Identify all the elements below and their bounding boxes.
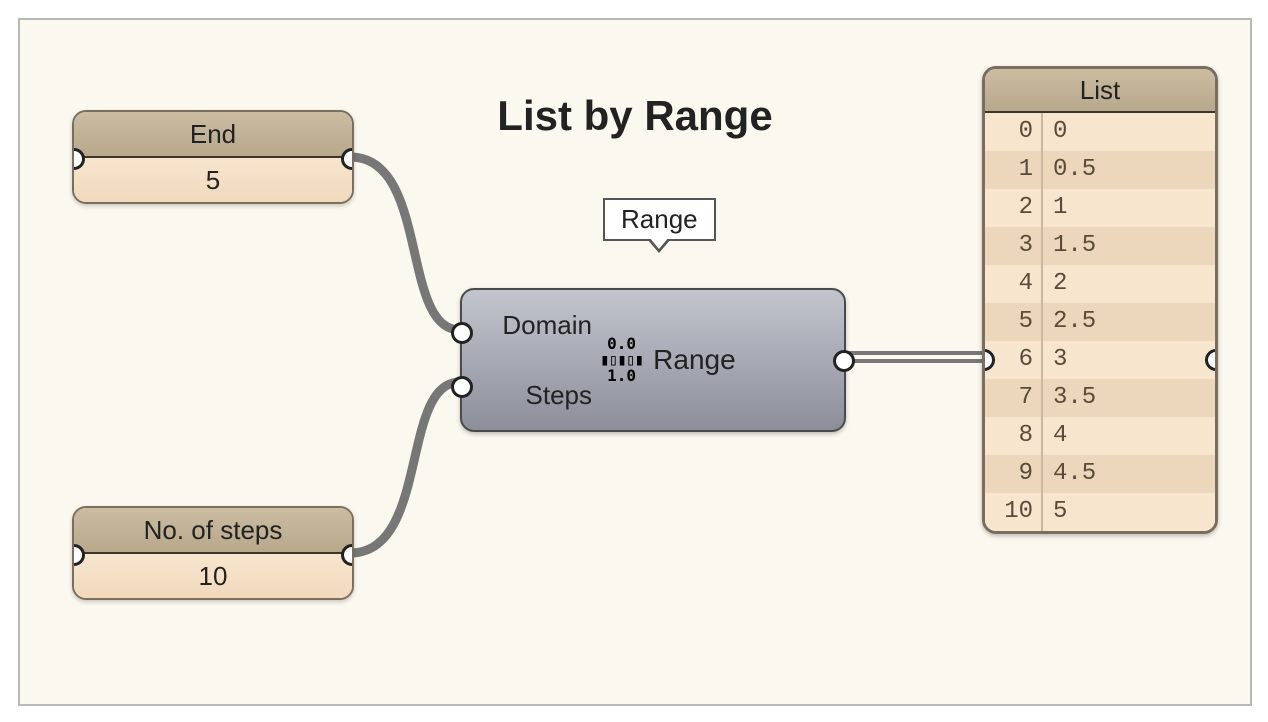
range-tooltip: Range bbox=[603, 198, 716, 241]
steps-node-label: No. of steps bbox=[74, 508, 352, 554]
list-row-index: 0 bbox=[985, 113, 1043, 151]
list-row-value: 5 bbox=[1043, 493, 1215, 531]
range-input-steps-label: Steps bbox=[462, 380, 592, 411]
range-output-port[interactable] bbox=[833, 350, 855, 372]
list-row-value: 4.5 bbox=[1043, 455, 1215, 493]
list-row: 31.5 bbox=[985, 227, 1215, 265]
range-output-label: Range bbox=[643, 344, 844, 376]
list-row-value: 2 bbox=[1043, 265, 1215, 303]
steps-node-value: 10 bbox=[74, 554, 352, 598]
list-row: 105 bbox=[985, 493, 1215, 531]
list-row-index: 10 bbox=[985, 493, 1043, 531]
steps-node[interactable]: No. of steps 10 bbox=[72, 506, 354, 600]
list-row-value: 3.5 bbox=[1043, 379, 1215, 417]
list-row-value: 3 bbox=[1043, 341, 1215, 379]
range-icon: 0.0 ▮▯▮▯▮ 1.0 bbox=[600, 336, 643, 384]
list-row: 10.5 bbox=[985, 151, 1215, 189]
list-row: 84 bbox=[985, 417, 1215, 455]
list-row-index: 7 bbox=[985, 379, 1043, 417]
list-row: 21 bbox=[985, 189, 1215, 227]
list-row-value: 0 bbox=[1043, 113, 1215, 151]
range-steps-port[interactable] bbox=[451, 376, 473, 398]
end-node[interactable]: End 5 bbox=[72, 110, 354, 204]
list-panel[interactable]: List 0010.52131.54252.56373.58494.5105 bbox=[982, 66, 1218, 534]
list-row: 63 bbox=[985, 341, 1215, 379]
list-panel-body: 0010.52131.54252.56373.58494.5105 bbox=[985, 113, 1215, 531]
list-row-index: 2 bbox=[985, 189, 1043, 227]
list-row: 52.5 bbox=[985, 303, 1215, 341]
list-row-value: 0.5 bbox=[1043, 151, 1215, 189]
list-row-value: 1 bbox=[1043, 189, 1215, 227]
list-row-index: 4 bbox=[985, 265, 1043, 303]
list-row: 73.5 bbox=[985, 379, 1215, 417]
list-row: 42 bbox=[985, 265, 1215, 303]
range-input-domain-label: Domain bbox=[462, 310, 592, 341]
end-node-label: End bbox=[74, 112, 352, 158]
list-row-index: 8 bbox=[985, 417, 1043, 455]
list-row-index: 1 bbox=[985, 151, 1043, 189]
list-row-value: 2.5 bbox=[1043, 303, 1215, 341]
end-node-value: 5 bbox=[74, 158, 352, 202]
list-row-index: 5 bbox=[985, 303, 1043, 341]
list-row-value: 1.5 bbox=[1043, 227, 1215, 265]
list-row-value: 4 bbox=[1043, 417, 1215, 455]
diagram-frame: List by Range End 5 No. of steps 10 Rang… bbox=[18, 18, 1252, 706]
range-domain-port[interactable] bbox=[451, 322, 473, 344]
list-row: 94.5 bbox=[985, 455, 1215, 493]
range-node[interactable]: Domain Steps 0.0 ▮▯▮▯▮ 1.0 Range bbox=[460, 288, 846, 432]
list-row: 00 bbox=[985, 113, 1215, 151]
list-panel-header: List bbox=[985, 69, 1215, 113]
diagram-title: List by Range bbox=[497, 92, 772, 140]
list-row-index: 3 bbox=[985, 227, 1043, 265]
list-row-index: 9 bbox=[985, 455, 1043, 493]
